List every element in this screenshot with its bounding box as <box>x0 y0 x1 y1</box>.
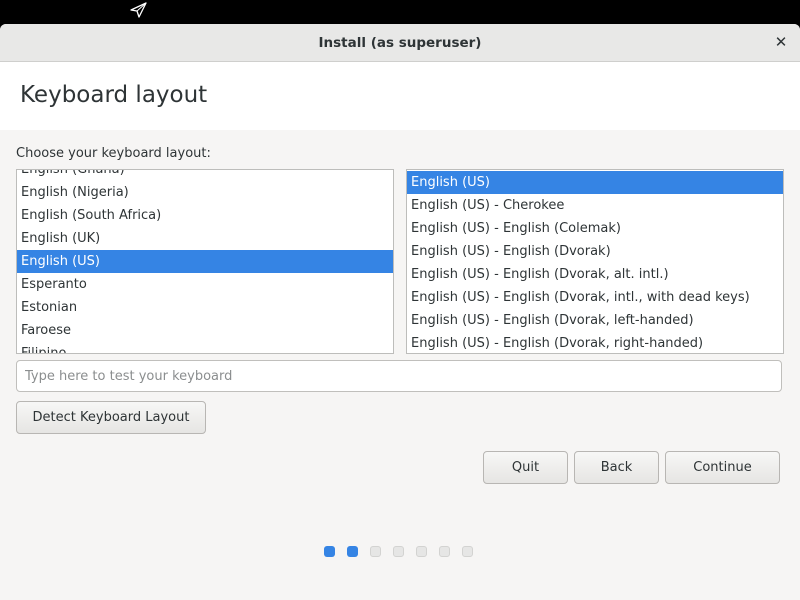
list-item[interactable]: English (UK) <box>17 227 393 250</box>
variant-list[interactable]: English (US) English (US) - Cherokee Engli… <box>406 169 784 354</box>
title-bar: Install (as superuser) ✕ <box>0 24 800 62</box>
progress-dot <box>416 546 427 557</box>
list-item[interactable]: English (US) - English (Dvorak, right-ha… <box>407 332 783 353</box>
list-item[interactable]: Esperanto <box>17 273 393 296</box>
page-title: Keyboard layout <box>20 82 208 108</box>
list-item[interactable]: English (South Africa) <box>17 204 393 227</box>
window-title: Install (as superuser) <box>318 35 482 51</box>
progress-dot <box>347 546 358 557</box>
list-item[interactable]: Filipino <box>17 342 393 353</box>
list-item[interactable]: English (Nigeria) <box>17 181 393 204</box>
progress-dot <box>393 546 404 557</box>
progress-dot <box>462 546 473 557</box>
quit-button[interactable]: Quit <box>483 451 568 484</box>
list-item[interactable]: English (US) - Cherokee <box>407 194 783 217</box>
list-item[interactable]: English (US) - English (Colemak) <box>407 217 783 240</box>
layout-list[interactable]: English (Ghana) English (Nigeria) English … <box>16 169 394 354</box>
back-button[interactable]: Back <box>574 451 659 484</box>
close-icon[interactable]: ✕ <box>772 33 790 51</box>
list-item[interactable]: English (US) <box>17 250 393 273</box>
list-item[interactable]: Faroese <box>17 319 393 342</box>
progress-dot <box>324 546 335 557</box>
detect-layout-button[interactable]: Detect Keyboard Layout <box>16 401 206 434</box>
keyboard-test-input[interactable] <box>16 360 782 392</box>
continue-button[interactable]: Continue <box>665 451 780 484</box>
mouse-pointer-icon <box>130 2 147 18</box>
installer-window: Install (as superuser) ✕ Keyboard layout… <box>0 24 800 600</box>
list-item[interactable]: English (US) - English (Dvorak, alt. int… <box>407 263 783 286</box>
list-item[interactable]: English (US) - English (Dvorak, intl., w… <box>407 286 783 309</box>
progress-dot <box>370 546 381 557</box>
list-item[interactable]: English (US) - English (Dvorak) <box>407 240 783 263</box>
list-item[interactable]: English (US) - English (Dvorak, left-han… <box>407 309 783 332</box>
list-item[interactable]: Estonian <box>17 296 393 319</box>
list-item[interactable]: English (US) <box>407 171 783 194</box>
list-item[interactable]: English (Ghana) <box>17 170 393 181</box>
page-header: Keyboard layout <box>0 62 800 130</box>
layout-prompt: Choose your keyboard layout: <box>16 146 211 161</box>
progress-dot <box>439 546 450 557</box>
